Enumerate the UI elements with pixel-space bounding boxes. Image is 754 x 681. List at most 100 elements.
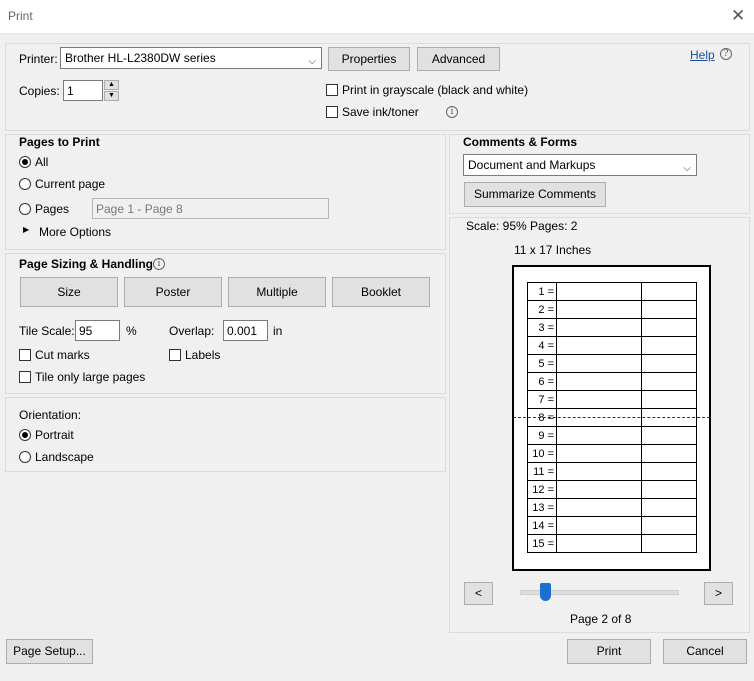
preview-row: 15 =	[527, 534, 697, 553]
preview-row: 2 =	[527, 300, 697, 319]
preview-row-number: 14 =	[527, 516, 557, 535]
help-link[interactable]: Help	[690, 48, 715, 62]
preview-row: 11 =	[527, 462, 697, 481]
poster-button[interactable]: Poster	[124, 277, 222, 307]
preview-cell	[641, 282, 697, 301]
preview-row: 7 =	[527, 390, 697, 409]
preview-cell	[641, 336, 697, 355]
copies-input[interactable]	[63, 80, 103, 101]
preview-cell	[556, 318, 642, 337]
booklet-button[interactable]: Booklet	[332, 277, 430, 307]
copies-up-button[interactable]: ▲	[104, 80, 119, 90]
preview-row-number: 13 =	[527, 498, 557, 517]
preview-row-number: 15 =	[527, 534, 557, 553]
preview-row: 13 =	[527, 498, 697, 517]
comments-forms-header: Comments & Forms	[463, 135, 578, 149]
preview-cell	[556, 372, 642, 391]
comments-select[interactable]: Document and Markups ⌵	[463, 154, 697, 176]
preview-row: 6 =	[527, 372, 697, 391]
orientation-header: Orientation:	[19, 408, 82, 422]
preview-row: 9 =	[527, 426, 697, 445]
preview-row-number: 6 =	[527, 372, 557, 391]
close-icon[interactable]: ✕	[731, 6, 745, 26]
portrait-radio[interactable]	[19, 429, 31, 441]
overlap-label: Overlap:	[169, 324, 215, 338]
chevron-down-icon: ⌵	[308, 56, 316, 67]
tile-scale-label: Tile Scale:	[19, 324, 75, 338]
expand-arrow-icon[interactable]: ▶	[23, 225, 29, 234]
portrait-label: Portrait	[35, 428, 74, 442]
preview-cell	[556, 336, 642, 355]
preview-row-number: 5 =	[527, 354, 557, 373]
preview-page: 1 = 2 = 3 = 4 = 5 = 6 = 7 = 8 = 9 = 10 = 11 = 12 = 1…	[512, 265, 711, 571]
copies-down-button[interactable]: ▼	[104, 91, 119, 101]
printer-label: Printer:	[19, 52, 58, 66]
preview-row: 1 =	[527, 282, 697, 301]
prev-page-button[interactable]: <	[464, 582, 493, 605]
grayscale-checkbox[interactable]	[326, 84, 338, 96]
preview-cell	[556, 444, 642, 463]
save-ink-checkbox[interactable]	[326, 106, 338, 118]
printer-select-value: Brother HL-L2380DW series	[65, 51, 216, 65]
printer-select[interactable]: Brother HL-L2380DW series ⌵	[60, 47, 322, 69]
info-icon[interactable]: i	[446, 106, 458, 118]
preview-row: 4 =	[527, 336, 697, 355]
cut-marks-checkbox[interactable]	[19, 349, 31, 361]
pages-range-input[interactable]	[92, 198, 329, 219]
preview-cell	[556, 426, 642, 445]
properties-button[interactable]: Properties	[328, 47, 410, 71]
tile-large-checkbox[interactable]	[19, 371, 31, 383]
preview-cell	[641, 498, 697, 517]
current-page-label: Current page	[35, 177, 106, 191]
paper-size-text: 11 x 17 Inches	[514, 243, 592, 257]
more-options-toggle[interactable]: More Options	[39, 225, 111, 239]
preview-row-number: 11 =	[527, 462, 557, 481]
landscape-radio[interactable]	[19, 451, 31, 463]
preview-row: 5 =	[527, 354, 697, 373]
tile-scale-input[interactable]	[75, 320, 120, 341]
current-page-radio[interactable]	[19, 178, 31, 190]
pages-to-print-header: Pages to Print	[19, 135, 100, 149]
page-slider-thumb[interactable]	[540, 583, 551, 601]
pages-range-radio[interactable]	[19, 203, 31, 215]
preview-cell	[556, 480, 642, 499]
title-bar	[0, 0, 754, 34]
preview-cell	[556, 300, 642, 319]
tile-scale-unit: %	[126, 324, 137, 338]
preview-cell	[556, 354, 642, 373]
labels-label: Labels	[185, 348, 221, 362]
preview-row: 14 =	[527, 516, 697, 535]
preview-row-number: 4 =	[527, 336, 557, 355]
preview-row-number: 3 =	[527, 318, 557, 337]
tile-large-label: Tile only large pages	[35, 370, 146, 384]
print-button[interactable]: Print	[567, 639, 651, 664]
landscape-label: Landscape	[35, 450, 94, 464]
preview-row: 12 =	[527, 480, 697, 499]
preview-cell	[641, 444, 697, 463]
preview-cell	[556, 498, 642, 517]
summarize-comments-button[interactable]: Summarize Comments	[464, 182, 606, 207]
preview-cell	[641, 480, 697, 499]
preview-row-number: 12 =	[527, 480, 557, 499]
preview-cell	[641, 390, 697, 409]
size-button[interactable]: Size	[20, 277, 118, 307]
advanced-button[interactable]: Advanced	[417, 47, 500, 71]
overlap-input[interactable]	[223, 320, 268, 341]
labels-checkbox[interactable]	[169, 349, 181, 361]
preview-cell	[556, 390, 642, 409]
cancel-button[interactable]: Cancel	[663, 639, 747, 664]
pages-all-radio[interactable]	[19, 156, 31, 168]
pages-range-label: Pages	[35, 202, 70, 216]
preview-cell	[641, 462, 697, 481]
page-setup-button[interactable]: Page Setup...	[6, 639, 93, 664]
preview-cell	[641, 372, 697, 391]
next-page-button[interactable]: >	[704, 582, 733, 605]
multiple-button[interactable]: Multiple	[228, 277, 326, 307]
preview-cell	[641, 354, 697, 373]
preview-cell	[556, 534, 642, 553]
pages-all-label: All	[35, 155, 49, 169]
info-icon[interactable]: i	[153, 258, 165, 270]
help-icon[interactable]: ?	[720, 48, 732, 60]
grayscale-label: Print in grayscale (black and white)	[342, 83, 529, 97]
preview-cell	[556, 516, 642, 535]
